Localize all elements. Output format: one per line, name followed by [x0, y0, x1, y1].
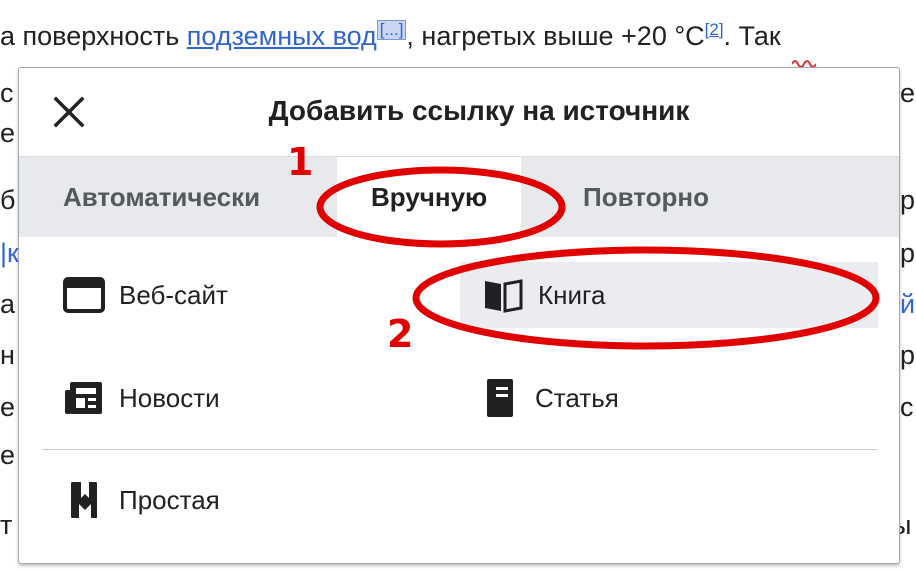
options-divider	[42, 449, 877, 450]
annotation-number-2: 2	[387, 312, 414, 356]
article-fragment: е	[900, 78, 916, 108]
tab-bar: Автоматически Вручную Повторно	[19, 157, 899, 237]
option-news[interactable]: Новости	[63, 365, 443, 431]
article-fragment: р	[900, 185, 916, 215]
book-icon	[482, 275, 524, 315]
tab-automatic[interactable]: Автоматически	[63, 157, 260, 237]
tab-manual[interactable]: Вручную	[337, 157, 522, 237]
footnote-link[interactable]: [2]	[705, 20, 724, 39]
article-fragment: р	[900, 340, 916, 370]
article-fragment: й	[900, 289, 916, 319]
option-website[interactable]: Веб-сайт	[63, 262, 443, 328]
tab-reuse[interactable]: Повторно	[583, 157, 709, 237]
option-label: Статья	[535, 382, 619, 413]
article-fragment: б	[0, 185, 16, 215]
article-fragment: н	[0, 340, 15, 370]
newspaper-icon	[63, 378, 105, 418]
reference-marker[interactable]: [...]	[376, 20, 407, 40]
option-label: Простая	[119, 484, 220, 515]
option-label: Новости	[119, 382, 220, 413]
article-text: а поверхность	[0, 21, 187, 51]
article-fragment: р	[900, 238, 916, 268]
option-journal[interactable]: Статья	[479, 365, 859, 431]
article-fragment: е	[0, 440, 16, 470]
article-fragment: е	[0, 118, 16, 148]
annotation-number-1: 1	[287, 140, 314, 184]
citation-dialog: Добавить ссылку на источник Автоматическ…	[18, 67, 900, 564]
journal-icon	[479, 378, 521, 418]
article-text: . Так	[723, 21, 781, 51]
dialog-title: Добавить ссылку на источник	[268, 95, 690, 126]
bookmark-icon	[63, 480, 105, 520]
article-text: , нагретых выше +20 °C	[406, 21, 705, 51]
option-label: Веб-сайт	[119, 279, 228, 310]
article-fragment: с	[0, 78, 14, 108]
article-fragment: а	[0, 289, 16, 319]
article-fragment: |к	[0, 238, 19, 268]
article-fragment: с	[900, 392, 914, 422]
article-link[interactable]: подземных вод	[187, 21, 377, 51]
browser-icon	[63, 275, 105, 315]
option-label: Книга	[538, 279, 606, 310]
option-book[interactable]: Книга	[460, 262, 878, 328]
article-fragment: е	[0, 392, 16, 422]
article-line: а поверхность подземных вод [...], нагрет…	[0, 20, 781, 52]
dialog-header: Добавить ссылку на источник	[19, 68, 899, 157]
option-basic[interactable]: Простая	[63, 467, 443, 533]
article-fragment: т	[0, 510, 13, 540]
